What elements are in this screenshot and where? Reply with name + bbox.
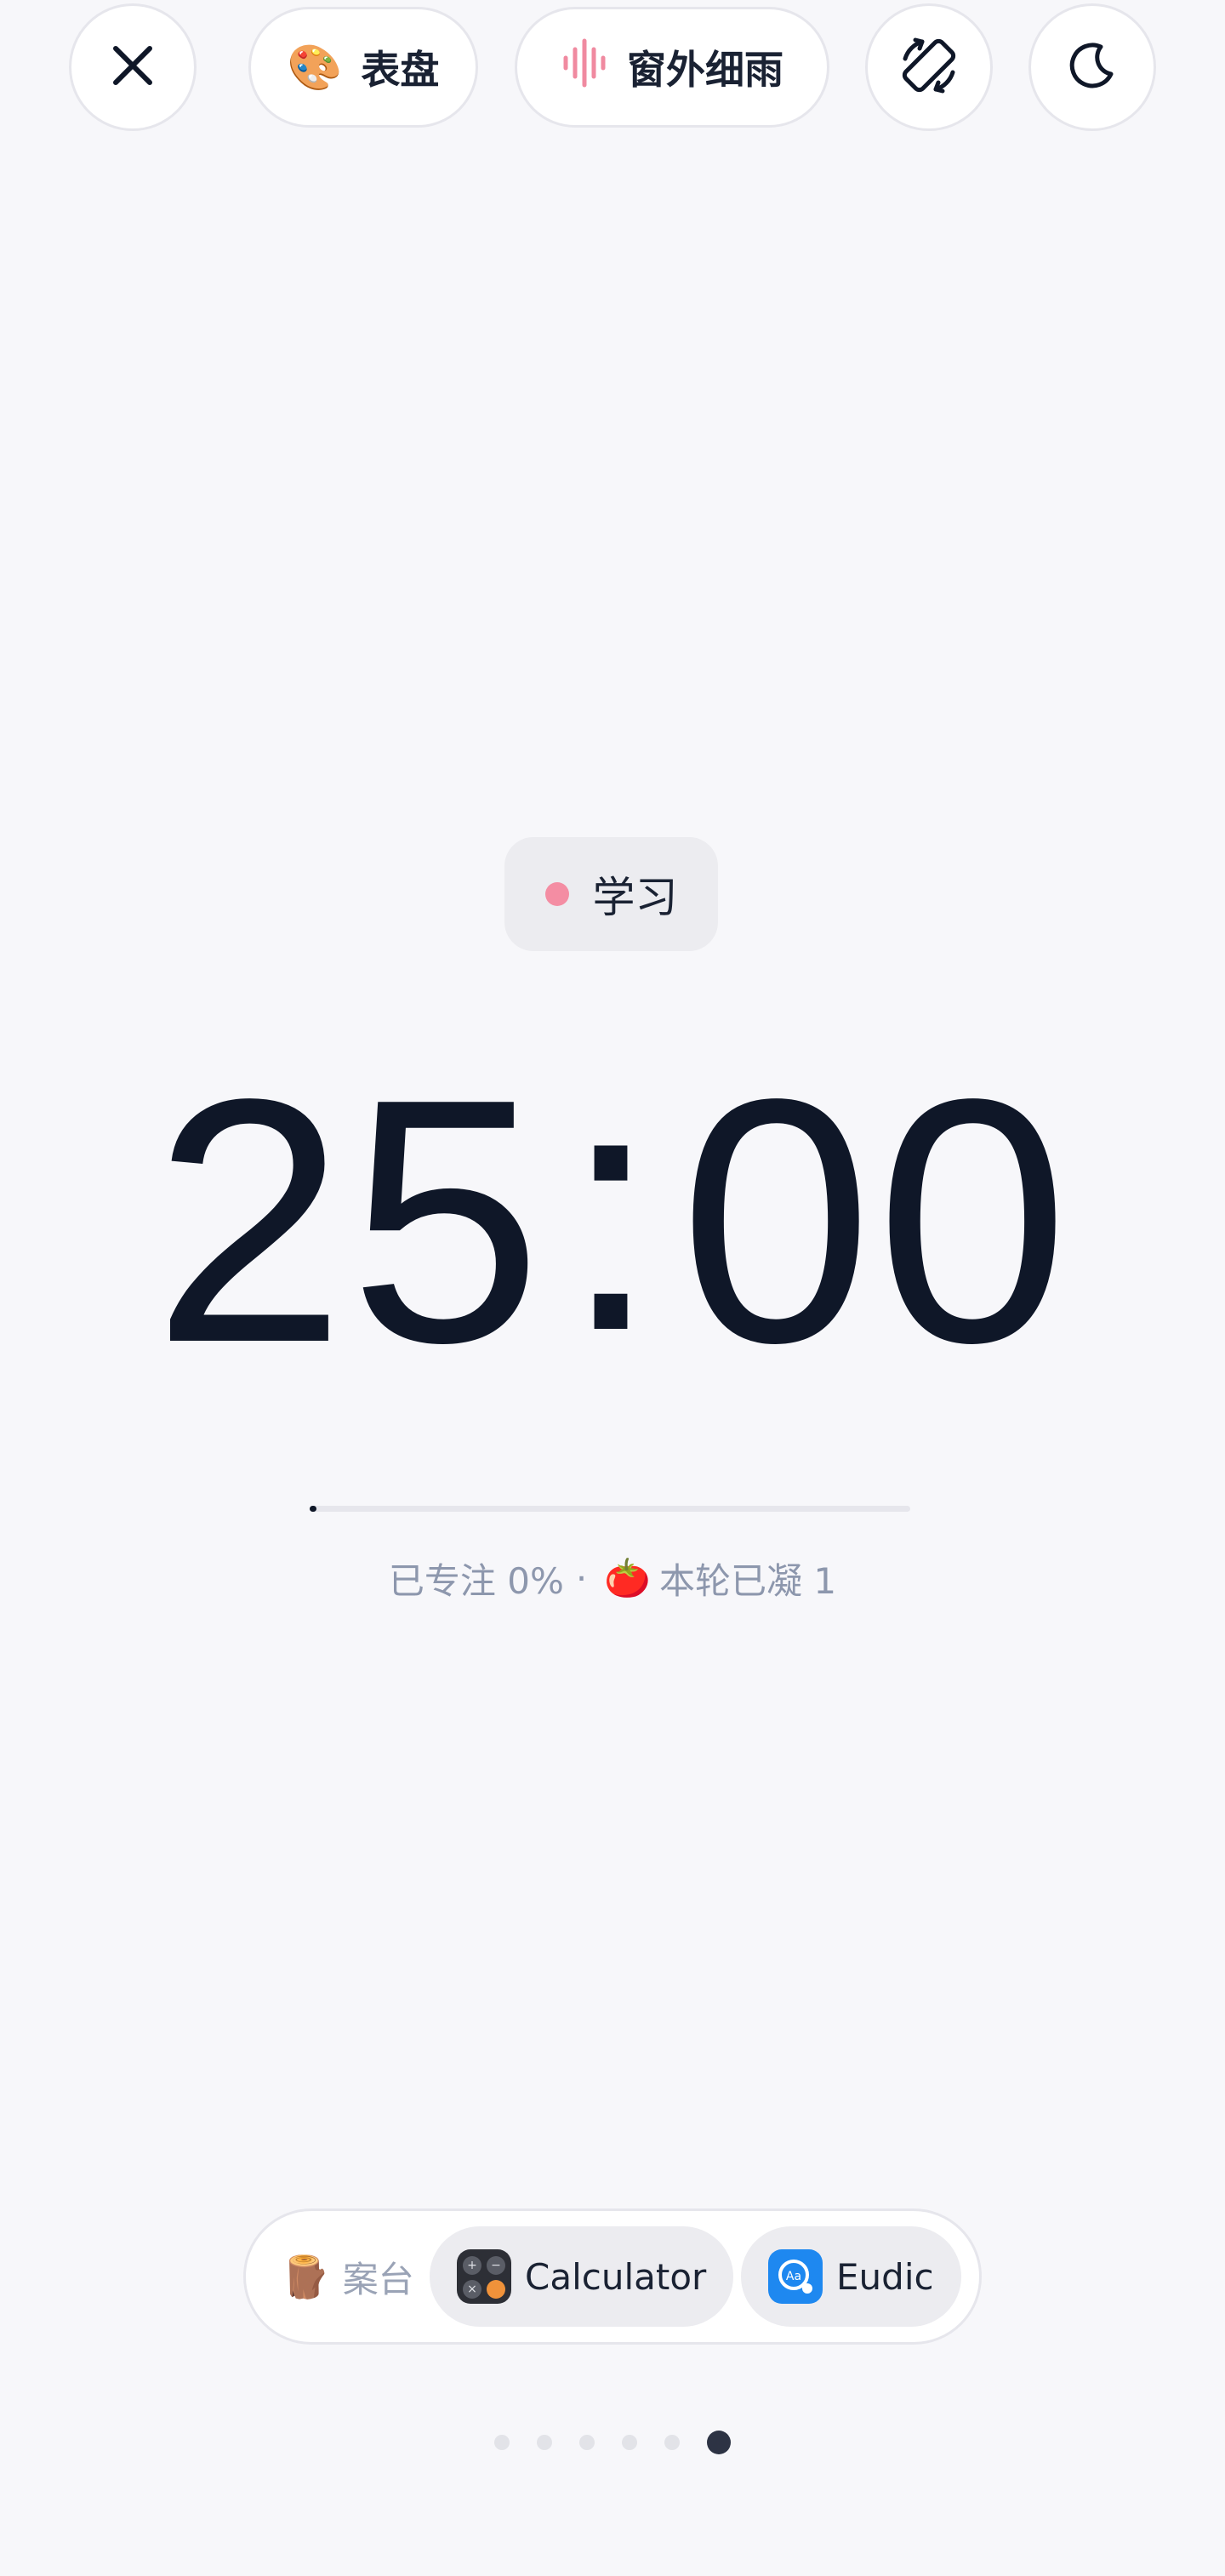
rotate-screen-icon: [897, 33, 961, 101]
page-indicator: [0, 2421, 1225, 2464]
moon-icon: [1067, 40, 1118, 94]
theme-toggle-button[interactable]: [1028, 3, 1156, 131]
progress-status: 已专注 0% · 🍅 本轮已凝 1: [0, 1548, 1225, 1608]
dock-label[interactable]: 🪵 案台: [280, 2211, 414, 2342]
page-dot[interactable]: [622, 2435, 637, 2450]
countdown-timer: 25 : 00: [0, 1028, 1225, 1415]
page-dot[interactable]: [537, 2435, 552, 2450]
page-dot[interactable]: [664, 2435, 680, 2450]
dock-app-calculator[interactable]: + − × Calculator: [430, 2226, 734, 2327]
timer-minutes: 25: [152, 1028, 546, 1415]
page-dot[interactable]: [579, 2435, 595, 2450]
sound-wave-icon: [561, 37, 608, 98]
focused-percent-text: 已专注 0%: [388, 1559, 564, 1602]
close-button[interactable]: [69, 3, 197, 131]
ambient-sound-button[interactable]: 窗外细雨: [515, 7, 829, 128]
dock-label-text: 案台: [342, 2258, 414, 2300]
app-dock: 🪵 案台 + − × Calculator Aa Eudic: [243, 2208, 982, 2345]
status-separator: ·: [575, 1557, 588, 1599]
progress-bar: [310, 1506, 910, 1512]
task-tag-chip[interactable]: 学习: [504, 837, 718, 951]
top-bar: 🎨 表盘 窗外细雨: [0, 0, 1225, 136]
dock-app-label: Eudic: [836, 2255, 934, 2298]
tag-label: 学习: [592, 873, 678, 922]
dial-label: 表盘: [361, 47, 440, 93]
page-dot[interactable]: [494, 2435, 510, 2450]
timer-separator: :: [562, 1016, 663, 1403]
dial-button[interactable]: 🎨 表盘: [248, 7, 478, 128]
ambient-sound-label: 窗外细雨: [627, 47, 783, 93]
close-icon: [109, 42, 157, 93]
tag-color-dot: [544, 882, 569, 906]
tomato-icon: 🍅: [604, 1557, 652, 1600]
timer-seconds: 00: [679, 1028, 1073, 1415]
rotate-screen-button[interactable]: [865, 3, 993, 131]
rounds-text: 本轮已凝 1: [659, 1559, 837, 1602]
palette-icon: 🎨: [287, 42, 343, 94]
dock-app-label: Calculator: [525, 2255, 707, 2298]
progress-bar-fill: [310, 1506, 316, 1512]
page-dot-active[interactable]: [707, 2431, 731, 2454]
dock-app-eudic[interactable]: Aa Eudic: [741, 2226, 961, 2327]
wood-log-icon: 🪵: [280, 2253, 331, 2301]
eudic-icon: Aa: [768, 2249, 823, 2304]
calculator-icon: + − ×: [457, 2249, 511, 2304]
svg-text:Aa: Aa: [786, 2270, 801, 2283]
